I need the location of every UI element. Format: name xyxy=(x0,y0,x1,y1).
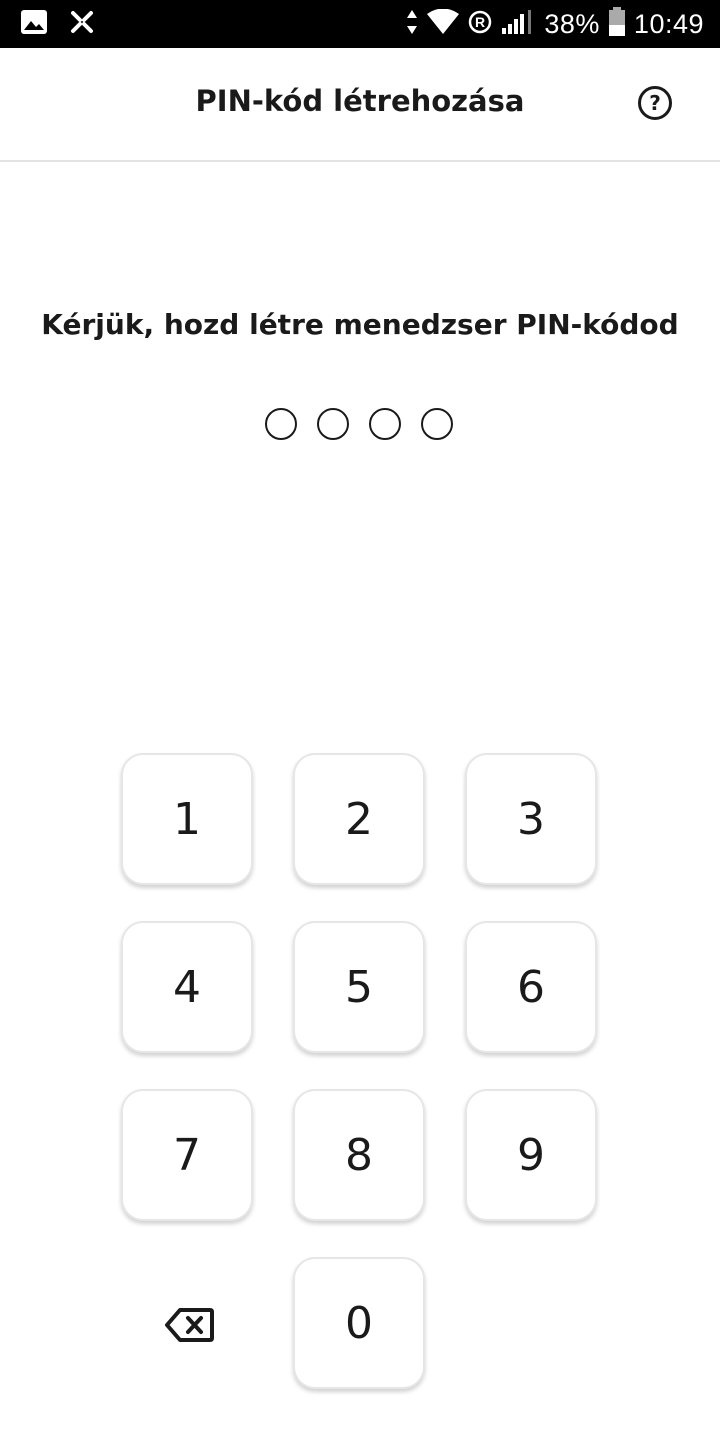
key-7[interactable]: 7 xyxy=(121,1089,253,1221)
key-3[interactable]: 3 xyxy=(465,753,597,885)
page-title: PIN-kód létrehozása xyxy=(195,84,525,118)
key-5[interactable]: 5 xyxy=(293,921,425,1053)
battery-icon xyxy=(608,6,626,42)
pin-dot xyxy=(317,408,349,440)
help-icon[interactable]: ? xyxy=(638,86,672,120)
wifi-icon xyxy=(426,8,460,40)
key-9[interactable]: 9 xyxy=(465,1089,597,1221)
pin-dot xyxy=(265,408,297,440)
image-icon xyxy=(20,9,48,40)
key-4[interactable]: 4 xyxy=(121,921,253,1053)
backspace-icon[interactable] xyxy=(160,1300,218,1350)
signal-icon xyxy=(500,9,536,40)
data-arrows-icon xyxy=(406,9,418,40)
clock: 10:49 xyxy=(633,8,704,39)
svg-text:R: R xyxy=(475,14,485,30)
battery-percentage: 38% xyxy=(544,8,600,39)
pin-indicator xyxy=(265,408,453,440)
key-2[interactable]: 2 xyxy=(293,753,425,885)
key-8[interactable]: 8 xyxy=(293,1089,425,1221)
pin-dot xyxy=(421,408,453,440)
roaming-icon: R xyxy=(468,10,492,39)
key-6[interactable]: 6 xyxy=(465,921,597,1053)
status-bar: R 38% 10:49 xyxy=(0,0,720,48)
pin-prompt: Kérjük, hozd létre menedzser PIN-kódod xyxy=(41,308,679,341)
app-notification-icon xyxy=(70,10,94,39)
pin-dot xyxy=(369,408,401,440)
app-bar: PIN-kód létrehozása ? xyxy=(0,48,720,162)
key-0[interactable]: 0 xyxy=(293,1257,425,1389)
key-1[interactable]: 1 xyxy=(121,753,253,885)
